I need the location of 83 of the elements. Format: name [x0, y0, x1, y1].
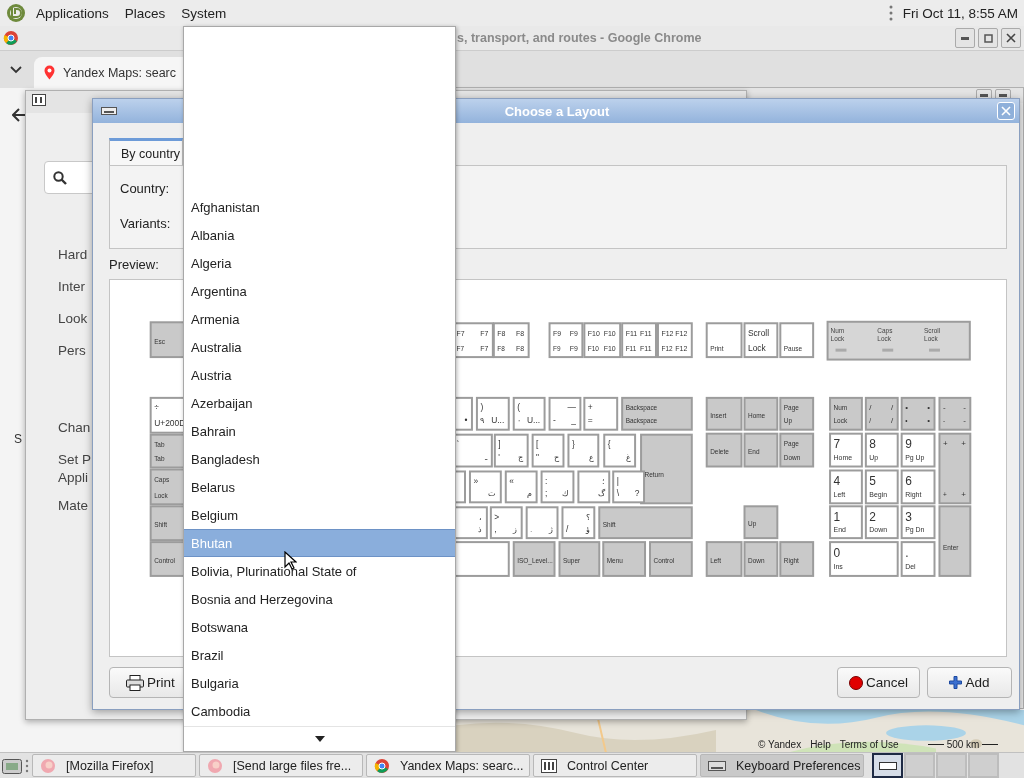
globe-icon	[40, 757, 56, 774]
control-panel-icon	[32, 94, 46, 106]
map-pin-icon	[44, 65, 55, 80]
country-option[interactable]: Algeria	[184, 249, 455, 277]
country-option[interactable]: Argentina	[184, 277, 455, 305]
panel-menu[interactable]: System	[175, 5, 233, 21]
keyboard-key: } ع	[567, 433, 600, 468]
country-option[interactable]: Albania	[184, 221, 455, 249]
search-icon	[53, 170, 67, 185]
clock[interactable]: Fri Oct 11, 8:55 AM	[902, 5, 1018, 21]
close-icon	[1006, 33, 1016, 43]
category-label: Chan	[58, 419, 92, 437]
keyboard-icon	[101, 107, 117, 115]
show-desktop-icon[interactable]	[2, 756, 22, 775]
map-scale: 500 km	[927, 739, 999, 750]
category-label: Hard	[58, 246, 89, 264]
window-title: s, transport, and routes - Google Chrome	[457, 31, 702, 45]
field-label: Variants:	[120, 216, 172, 231]
printer-icon	[126, 674, 144, 691]
control-panel-icon	[541, 758, 557, 773]
keyboard-key: > , ز	[489, 506, 523, 540]
country-option[interactable]: Brazil	[184, 641, 455, 669]
category-label: Inter	[58, 278, 86, 296]
minimize-icon	[999, 93, 1007, 97]
keyboard-icon	[708, 760, 726, 771]
field-label: Country:	[120, 181, 171, 196]
close-icon	[1001, 106, 1011, 116]
add-button[interactable]: Add	[927, 667, 1012, 698]
country-option[interactable]: Austria	[184, 361, 455, 389]
keyboard-key: ] ' ج	[493, 433, 529, 468]
plus-icon	[949, 676, 963, 689]
panel-menu[interactable]: Places	[118, 5, 172, 21]
close-button[interactable]	[1001, 28, 1021, 48]
keyboard-key: | \ ?	[612, 470, 646, 504]
minimize-icon	[980, 93, 988, 97]
category-label: Pers	[58, 342, 87, 360]
taskbar-button[interactable]: Yandex Maps: searc...	[366, 754, 530, 777]
country-option[interactable]: Cambodia	[184, 697, 455, 725]
taskbar-button[interactable]: [Send large files fre...	[199, 754, 363, 777]
keyboard-key: Scroll Lock	[743, 322, 779, 359]
keyboard-key: — - _	[548, 396, 582, 431]
keyboard-key: + =	[583, 396, 619, 431]
dialog-title: Choose a Layout	[503, 103, 611, 119]
country-option[interactable]: Afghanistan	[184, 193, 455, 221]
country-option[interactable]: Botswana	[184, 613, 455, 641]
tab[interactable]: By country	[109, 138, 183, 165]
taskbar-button[interactable]: Keyboard Preferences	[700, 754, 864, 777]
panel-handle-icon[interactable]	[888, 5, 893, 21]
country-option[interactable]: Bosnia and Herzegovina	[184, 585, 455, 613]
preview-label: Preview:	[109, 257, 159, 272]
map-link[interactable]: © Yandex	[758, 739, 802, 750]
logo-icon	[6, 3, 26, 23]
cancel-button[interactable]: Cancel	[837, 667, 920, 698]
scroll-down-arrow-icon[interactable]	[314, 736, 325, 742]
keyboard-key: ؛ گ	[577, 470, 611, 504]
page-text: S	[14, 432, 22, 446]
category-label: Look	[58, 310, 89, 328]
chrome-icon	[374, 757, 390, 774]
minimize-button[interactable]	[955, 28, 975, 48]
minimize-icon	[961, 36, 969, 40]
stop-icon	[849, 675, 863, 690]
keyboard-key: ؟ / ؤ	[561, 506, 596, 540]
back-arrow-icon[interactable]	[12, 108, 26, 122]
keyboard-key: : ; ك	[540, 470, 575, 504]
category-label: Mate	[58, 497, 89, 515]
window-icon	[878, 761, 897, 770]
keyboard-key: « م	[504, 470, 538, 504]
keyboard-key: { غ	[603, 433, 637, 468]
taskbar-handle-icon[interactable]	[25, 757, 29, 774]
globe-icon	[207, 757, 223, 774]
panel-menu[interactable]: Applications	[30, 5, 115, 21]
maximize-button[interactable]	[978, 28, 998, 48]
taskbar-button[interactable]: [Mozilla Firefox]	[32, 754, 196, 777]
map-link[interactable]: Help	[810, 739, 831, 750]
chevron-down-icon[interactable]	[10, 65, 22, 74]
category-label: Appli	[58, 469, 90, 487]
maximize-icon	[983, 33, 993, 43]
category-label: Set P	[58, 451, 92, 469]
workspace-button[interactable]	[872, 753, 903, 778]
keyboard-key: » ت	[468, 470, 502, 504]
keyboard-key: [ " ح	[531, 433, 565, 468]
taskbar-button[interactable]: Control Center	[533, 754, 697, 777]
chrome-icon	[3, 30, 19, 46]
